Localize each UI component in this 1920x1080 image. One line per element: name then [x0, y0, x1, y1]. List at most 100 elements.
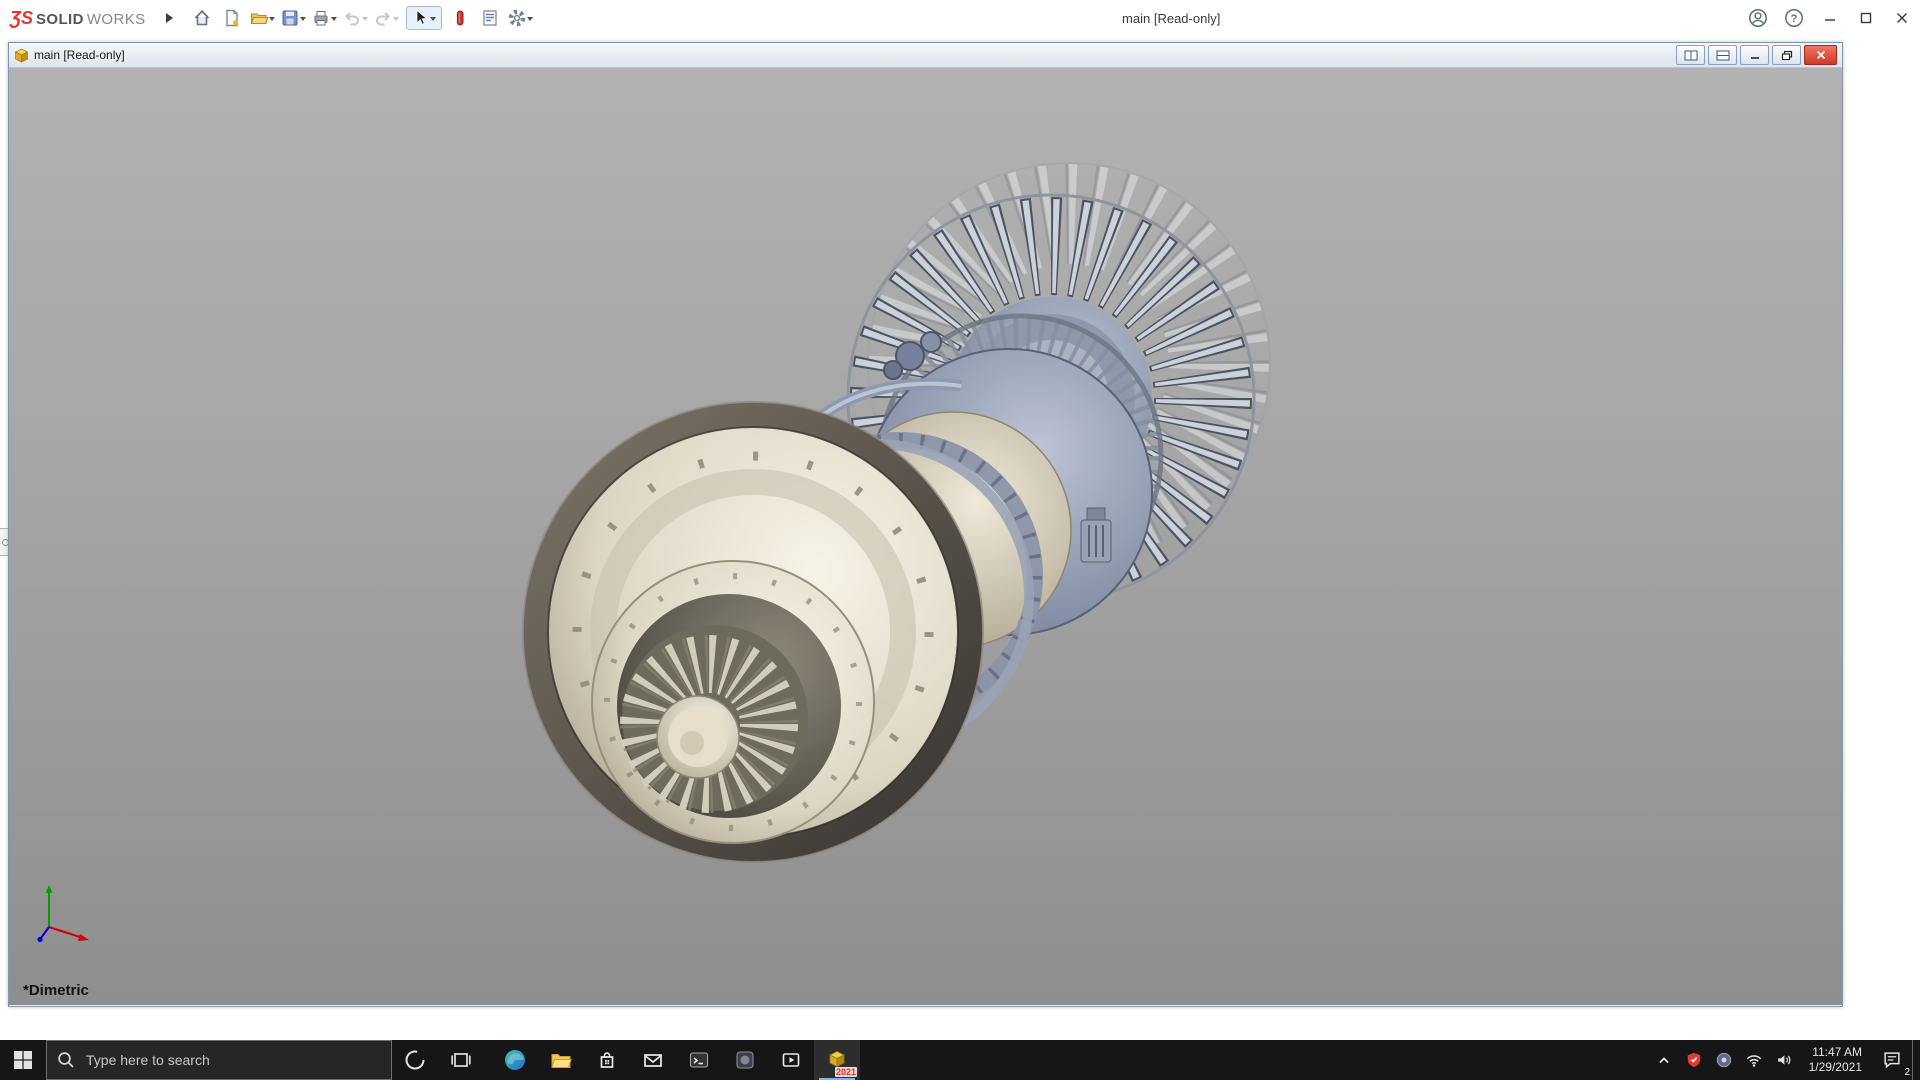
doc-minimize-button[interactable] — [1740, 45, 1769, 65]
taskbar-search[interactable] — [46, 1040, 392, 1080]
show-desktop-button[interactable] — [1912, 1040, 1920, 1080]
brand-text-works: WORKS — [87, 11, 146, 28]
print-icon — [311, 8, 331, 28]
solidworks-app-button[interactable]: 2021 — [814, 1040, 860, 1080]
select-arrow-icon — [410, 8, 430, 28]
search-icon — [57, 1051, 75, 1069]
dark-tile-app-button[interactable] — [722, 1040, 768, 1080]
report-tool-button[interactable] — [476, 4, 505, 32]
pinned-apps: 2021 — [492, 1040, 860, 1080]
task-view-button[interactable] — [438, 1040, 484, 1080]
file-explorer-app-button[interactable] — [538, 1040, 584, 1080]
options-button[interactable] — [506, 4, 536, 32]
redo-button[interactable] — [372, 4, 402, 32]
close-icon — [1896, 12, 1908, 24]
account-button[interactable] — [1740, 0, 1776, 36]
save-button[interactable] — [279, 4, 309, 32]
media-player-icon — [779, 1048, 803, 1072]
open-folder-icon — [249, 8, 269, 28]
mail-app-button[interactable] — [630, 1040, 676, 1080]
redo-dropdown-icon[interactable] — [393, 17, 399, 24]
print-button[interactable] — [310, 4, 340, 32]
jet-engine-model — [523, 163, 1270, 862]
app-window-title: main [Read-only] — [1122, 11, 1220, 26]
undo-icon — [342, 8, 362, 28]
mail-envelope-icon — [641, 1048, 665, 1072]
wifi-icon — [1744, 1050, 1764, 1070]
report-document-icon — [480, 8, 500, 28]
new-document-button[interactable] — [218, 4, 247, 32]
open-button[interactable] — [248, 4, 278, 32]
dark-tile-app-icon — [733, 1048, 757, 1072]
viewport-canvas[interactable] — [9, 68, 1842, 1005]
cortana-button[interactable] — [392, 1040, 438, 1080]
start-button[interactable] — [0, 1040, 46, 1080]
solidworks-logo: ƷS SOLIDWORKS — [0, 9, 152, 28]
view-orientation-label: *Dimetric — [23, 982, 89, 999]
red-capsule-tool-button[interactable] — [446, 4, 475, 32]
user-avatar-icon — [1748, 8, 1768, 28]
volume-tray-button[interactable] — [1769, 1040, 1799, 1080]
network-tray-button[interactable] — [1739, 1040, 1769, 1080]
home-icon — [192, 8, 212, 28]
edge-browser-icon — [503, 1048, 527, 1072]
orientation-triad[interactable] — [33, 881, 103, 947]
save-icon — [280, 8, 300, 28]
tray-app-button[interactable] — [1709, 1040, 1739, 1080]
windows-taskbar: 2021 — [0, 1040, 1920, 1080]
tile-vertical-icon — [1684, 50, 1698, 61]
settings-gear-icon — [507, 8, 527, 28]
store-bag-icon — [595, 1048, 619, 1072]
quick-access-toolbar — [188, 4, 536, 32]
maximize-icon — [1860, 12, 1872, 24]
menu-expand-arrow-icon[interactable] — [166, 13, 178, 23]
tray-app-icon — [1714, 1050, 1734, 1070]
tray-expand-button[interactable] — [1649, 1040, 1679, 1080]
document-titlebar[interactable]: main [Read-only] — [9, 43, 1842, 68]
media-app-button[interactable] — [768, 1040, 814, 1080]
search-input[interactable] — [84, 1051, 348, 1069]
doc-close-button[interactable] — [1804, 45, 1837, 65]
tile-vertical-button[interactable] — [1676, 45, 1705, 65]
assembly-cube-icon — [14, 48, 29, 63]
minimize-button[interactable] — [1812, 0, 1848, 36]
action-center-icon — [1881, 1049, 1903, 1071]
clock-date: 1/29/2021 — [1809, 1060, 1862, 1075]
new-document-icon — [222, 8, 242, 28]
options-dropdown-icon[interactable] — [527, 17, 533, 24]
action-center-button[interactable]: 2 — [1872, 1040, 1912, 1080]
select-dropdown-icon[interactable] — [430, 17, 436, 24]
maximize-button[interactable] — [1848, 0, 1884, 36]
terminal-app-button[interactable] — [676, 1040, 722, 1080]
workspace: main [Read-only] — [0, 36, 1920, 1040]
redo-icon — [373, 8, 393, 28]
doc-restore-button[interactable] — [1772, 45, 1801, 65]
antivirus-tray-button[interactable] — [1679, 1040, 1709, 1080]
minimize-icon — [1824, 12, 1836, 24]
document-window-controls — [1676, 45, 1837, 65]
close-app-button[interactable] — [1884, 0, 1920, 36]
undo-dropdown-icon[interactable] — [362, 17, 368, 24]
store-app-button[interactable] — [584, 1040, 630, 1080]
doc-minimize-icon — [1749, 50, 1761, 60]
save-dropdown-icon[interactable] — [300, 17, 306, 24]
graphics-viewport[interactable]: *Dimetric — [9, 68, 1842, 1005]
home-button[interactable] — [188, 4, 217, 32]
tile-horizontal-button[interactable] — [1708, 45, 1737, 65]
clock-time: 11:47 AM — [1812, 1045, 1862, 1060]
antivirus-shield-icon — [1684, 1050, 1704, 1070]
open-dropdown-icon[interactable] — [269, 17, 275, 24]
edge-app-button[interactable] — [492, 1040, 538, 1080]
task-view-icon — [449, 1048, 473, 1072]
doc-close-icon — [1816, 50, 1826, 60]
ds-logo-icon: ƷS — [10, 9, 33, 27]
terminal-icon — [687, 1048, 711, 1072]
system-tray: 11:47 AM 1/29/2021 2 — [1649, 1040, 1920, 1080]
help-button[interactable]: ? — [1776, 0, 1812, 36]
undo-button[interactable] — [341, 4, 371, 32]
select-tool-button[interactable] — [406, 6, 442, 30]
print-dropdown-icon[interactable] — [331, 17, 337, 24]
solidworks-year-badge: 2021 — [835, 1067, 857, 1077]
taskbar-clock[interactable]: 11:47 AM 1/29/2021 — [1799, 1040, 1872, 1080]
speaker-icon — [1774, 1050, 1794, 1070]
